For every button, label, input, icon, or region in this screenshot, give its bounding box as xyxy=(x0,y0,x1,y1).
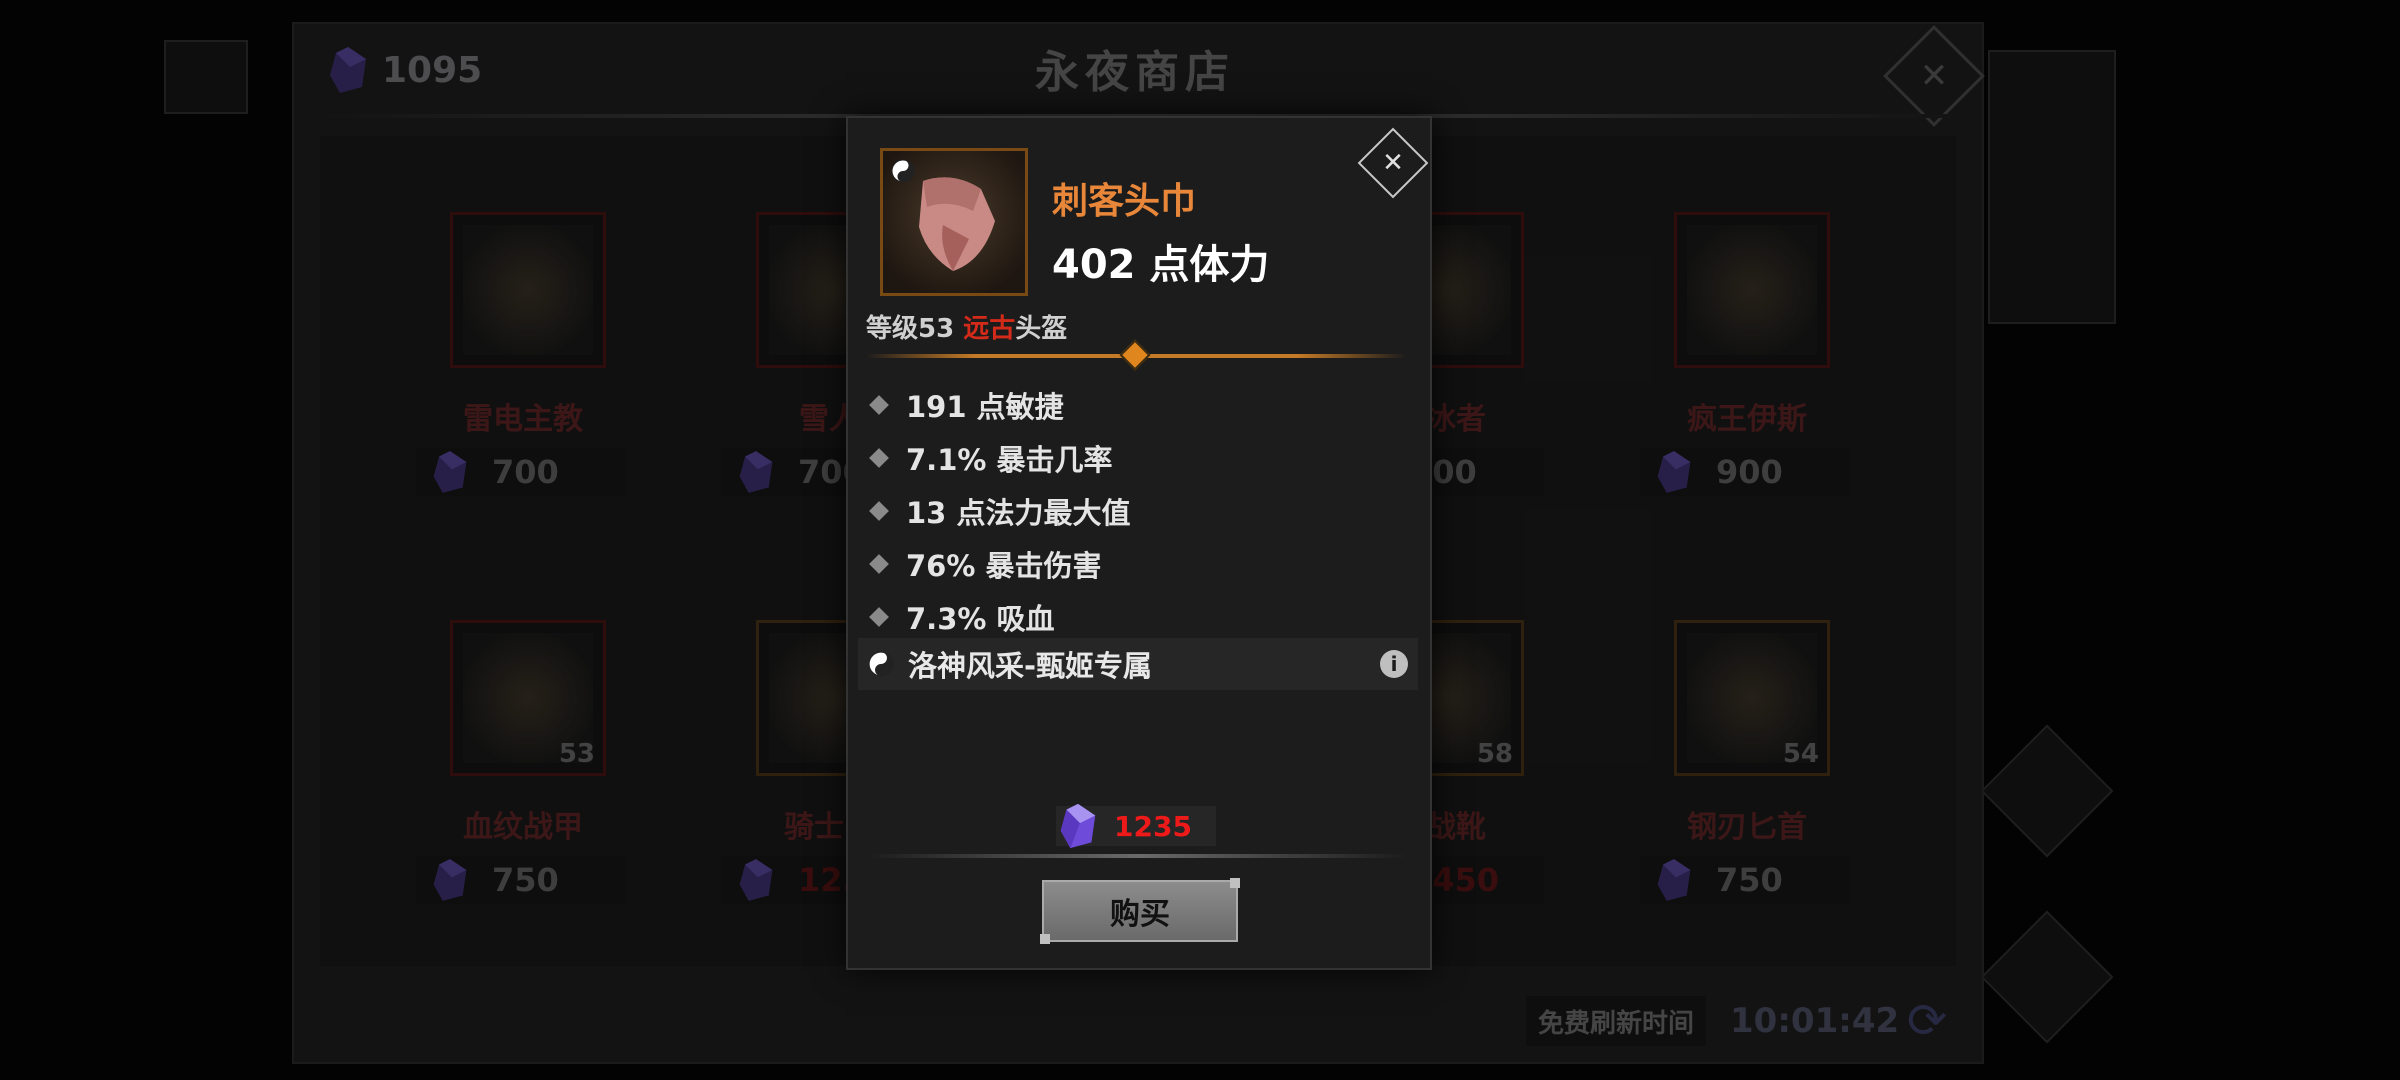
bullet-icon xyxy=(869,606,889,627)
stat-row: 7.1% 暴击几率 xyxy=(866,431,1412,484)
stat-row: 13 点法力最大值 xyxy=(866,484,1412,537)
item-main-stat: 402 点体力 xyxy=(1052,242,1270,288)
modal-close-button[interactable]: ✕ xyxy=(1357,127,1429,199)
stat-text: 13 点法力最大值 xyxy=(906,495,1131,530)
buy-button[interactable]: 购买 xyxy=(1040,878,1240,944)
stat-row: 191 点敏捷 xyxy=(866,378,1412,431)
stat-list: 191 点敏捷 7.1% 暴击几率 13 点法力最大值 76% 暴击伤害 7.3… xyxy=(866,378,1412,643)
item-price-value: 1235 xyxy=(1114,810,1192,843)
yin-yang-icon xyxy=(868,651,894,677)
yin-yang-icon xyxy=(891,159,915,183)
gem-icon xyxy=(1060,803,1096,849)
diamond-icon xyxy=(1119,339,1151,371)
set-bonus-text: 洛神风采-甄姬专属 xyxy=(908,649,1153,683)
modal-divider xyxy=(868,854,1408,858)
item-meta: 等级53 远古头盔 xyxy=(866,308,1067,345)
item-level: 等级53 xyxy=(866,314,955,344)
bullet-icon xyxy=(869,447,889,468)
stat-text: 7.1% 暴击几率 xyxy=(906,442,1113,477)
bullet-icon xyxy=(869,394,889,415)
item-icon-frame xyxy=(880,148,1028,296)
stat-text: 191 点敏捷 xyxy=(906,389,1064,424)
stat-row: 76% 暴击伤害 xyxy=(866,537,1412,590)
bullet-icon xyxy=(869,500,889,521)
item-rarity: 远古 xyxy=(963,314,1016,344)
item-name: 刺客头巾 xyxy=(1052,181,1197,222)
info-icon[interactable]: i xyxy=(1380,650,1408,678)
close-icon: ✕ xyxy=(1382,148,1404,178)
bullet-icon xyxy=(869,553,889,574)
item-slot: 头盔 xyxy=(1015,314,1068,344)
item-detail-modal: ✕ 刺客头巾 402 点体力 等级53 远古头盔 191 点敏捷 7.1% 暴击… xyxy=(846,116,1432,970)
stat-row: 7.3% 吸血 xyxy=(866,590,1412,643)
set-bonus-row[interactable]: 洛神风采-甄姬专属 i xyxy=(858,638,1418,690)
stat-text: 7.3% 吸血 xyxy=(906,601,1055,636)
stat-text: 76% 暴击伤害 xyxy=(906,548,1102,583)
